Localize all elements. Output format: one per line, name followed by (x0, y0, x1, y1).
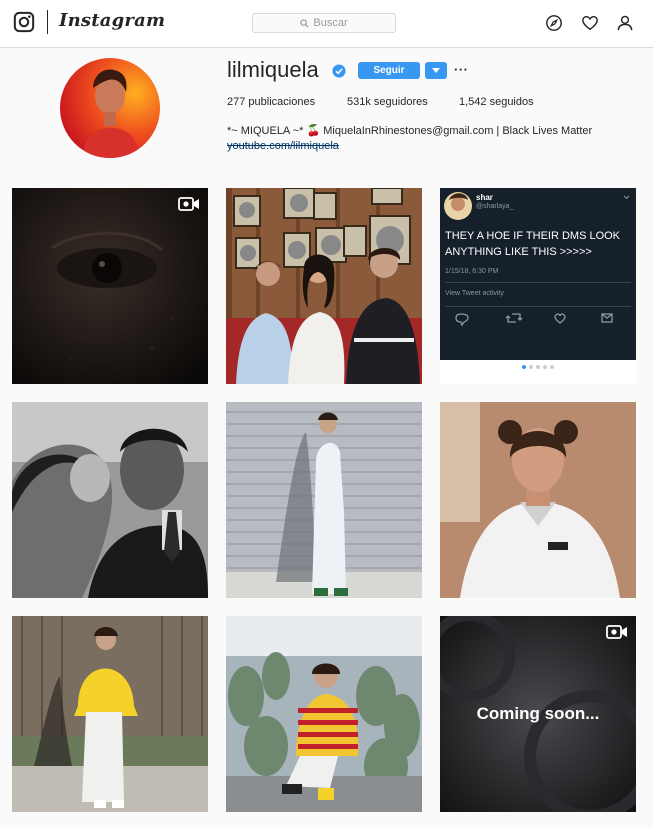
post-tile[interactable]: shar @sharlaya_ THEY A HOE IF THEIR DMS … (440, 188, 636, 384)
followers-count[interactable]: 531k seguidores (347, 96, 428, 108)
video-overlay-text: Coming soon... (476, 704, 600, 723)
tweet-activity-link: View Tweet activity (445, 290, 504, 297)
post-tile[interactable] (440, 402, 636, 598)
post-image (226, 188, 422, 384)
post-tile[interactable] (12, 616, 208, 812)
post-image (12, 402, 208, 598)
suggestions-dropdown-button[interactable] (425, 62, 447, 79)
following-count[interactable]: 1,542 seguidos (459, 96, 534, 108)
follow-button[interactable]: Seguir (358, 62, 420, 79)
more-options-button[interactable]: ··· (454, 62, 469, 77)
instagram-wordmark[interactable]: Instagram (59, 10, 165, 31)
tweet-text: THEY A HOE IF THEIR DMS LOOK ANYTHING LI… (445, 230, 621, 258)
post-image (226, 616, 422, 812)
retweet-icon (505, 313, 523, 323)
post-tile[interactable] (226, 188, 422, 384)
tweet-author-handle: @sharlaya_ (476, 203, 514, 210)
carousel-indicator (522, 365, 554, 369)
profile-username: lilmiquela (227, 57, 319, 82)
like-icon (554, 313, 566, 324)
top-navigation-bar: Instagram Buscar (0, 0, 653, 48)
tweet-divider (445, 282, 631, 283)
posts-count: 277 publicaciones (227, 96, 316, 108)
chevron-down-icon (623, 195, 630, 200)
caret-down-icon (432, 67, 440, 73)
reply-icon (455, 313, 469, 327)
post-tile[interactable] (226, 616, 422, 812)
tweet-card: shar @sharlaya_ THEY A HOE IF THEIR DMS … (440, 188, 636, 360)
person-icon[interactable] (616, 14, 634, 32)
post-tile[interactable] (226, 402, 422, 598)
tweet-timestamp: 1/15/18, 6:30 PM (445, 268, 499, 275)
post-image (12, 616, 208, 812)
search-placeholder: Buscar (313, 17, 348, 29)
tweet-divider (445, 306, 631, 307)
profile-avatar[interactable] (60, 58, 160, 158)
verified-badge-icon (332, 64, 346, 78)
post-tile[interactable] (12, 188, 208, 384)
post-image (440, 402, 636, 598)
tweet-author-name: shar (476, 193, 493, 202)
video-camera-icon (178, 197, 199, 211)
logo-divider (47, 10, 48, 34)
post-tile[interactable]: Coming soon... (440, 616, 636, 812)
compass-icon[interactable] (545, 14, 563, 32)
video-camera-icon (606, 625, 627, 639)
search-input[interactable]: Buscar (252, 13, 396, 33)
heart-icon[interactable] (581, 14, 599, 32)
instagram-camera-icon[interactable] (13, 11, 35, 33)
post-tile[interactable] (12, 402, 208, 598)
profile-website-link[interactable]: youtube.com/lilmiquela (227, 140, 339, 152)
post-image (12, 188, 208, 384)
tweet-avatar (444, 192, 472, 220)
post-image (226, 402, 422, 598)
profile-bio: *~ MIQUELA ~* 🍒 MiquelaInRhinestones@gma… (227, 125, 593, 137)
tweet-actions (455, 313, 613, 327)
search-icon (300, 18, 309, 28)
